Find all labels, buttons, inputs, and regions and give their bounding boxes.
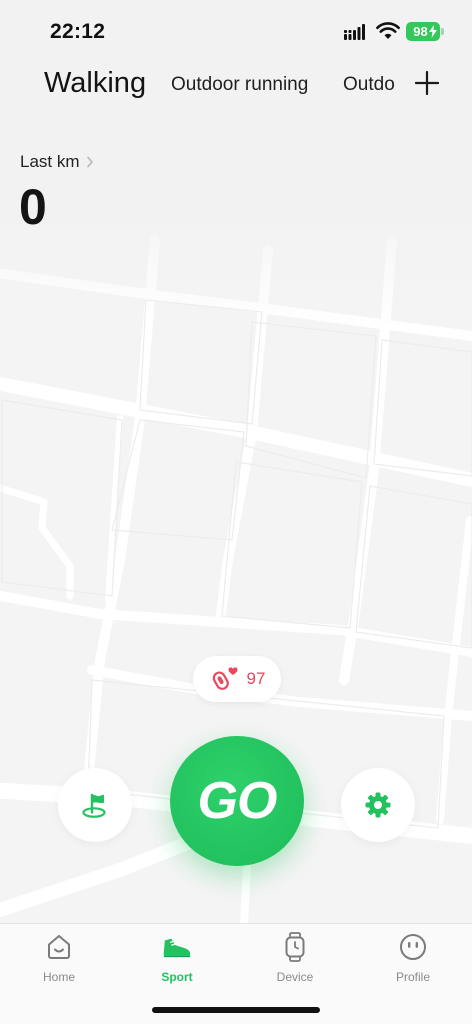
cellular-signal-icon [344,24,365,40]
chevron-right-icon [86,156,93,168]
tab-outdoor-running[interactable]: Outdoor running [171,74,308,96]
settings-button[interactable] [341,768,415,842]
band-heart-icon [212,667,238,690]
stat-value: 0 [19,179,47,235]
heart-rate-chip[interactable]: 97 [193,656,281,702]
add-sport-button[interactable] [412,68,442,98]
home-smile-icon [48,935,70,959]
plus-icon [415,71,439,95]
flag-route-icon [82,793,106,818]
watch-icon [285,932,305,962]
wifi-icon [376,22,400,39]
stat-label: Last km [20,152,80,171]
status-bar: 22:12 98 [0,0,472,64]
nav-item-home[interactable]: Home [0,932,118,992]
tab-walking[interactable]: Walking [44,67,146,100]
route-button[interactable] [58,768,132,842]
nav-label-home: Home [42,970,75,984]
battery-indicator: 98 [406,22,444,41]
home-indicator[interactable] [152,1007,320,1013]
nav-label-sport: Sport [161,970,193,984]
sport-type-tabs: Walking Outdoor running Outdo [0,62,472,108]
sneaker-icon [163,938,191,958]
gear-icon [365,792,391,818]
last-km-selector[interactable]: Last km [20,152,94,172]
tab-outdoor-partial[interactable]: Outdo [343,74,395,96]
charging-bolt-icon [429,25,437,38]
heart-rate-value: 97 [246,669,266,688]
sport-tabs-scroller[interactable]: Walking Outdoor running Outdo [0,62,404,108]
sport-screen: 22:12 98 Walking Outdoor running Outdo L… [0,0,472,1024]
nav-item-sport[interactable]: Sport [118,932,236,992]
nav-item-device[interactable]: Device [236,932,354,992]
nav-item-profile[interactable]: Profile [354,932,472,992]
profile-face-icon [400,934,426,960]
nav-label-device: Device [276,970,314,984]
status-time: 22:12 [50,20,106,43]
go-start-button[interactable]: GO [170,736,304,866]
battery-level: 98 [413,24,428,39]
nav-label-profile: Profile [395,970,430,984]
